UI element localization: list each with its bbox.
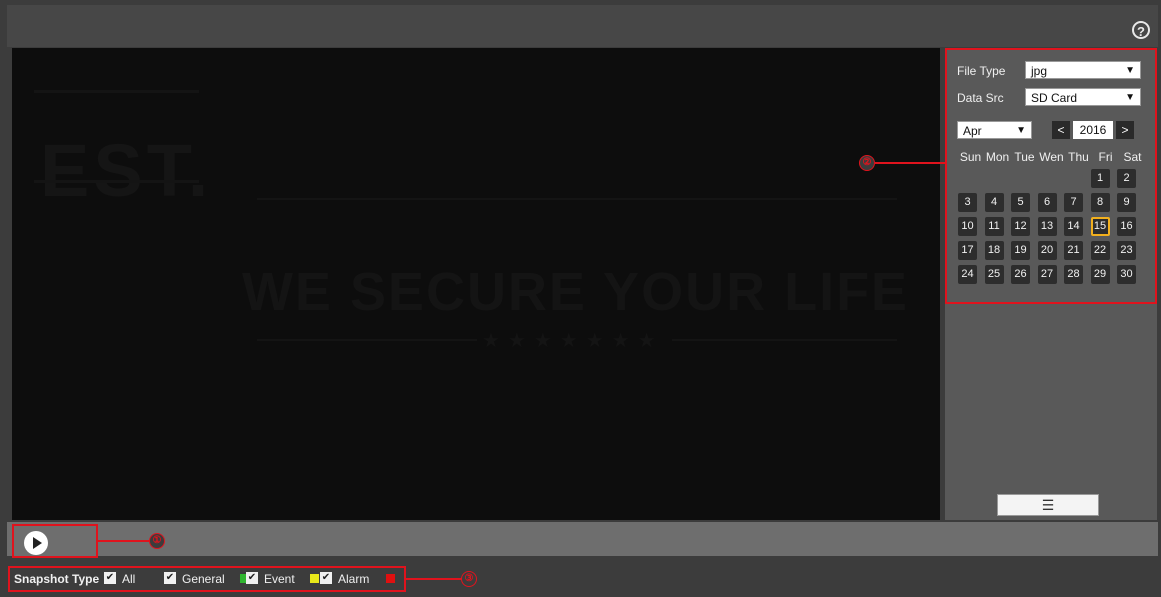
watermark-est: EST. <box>40 129 213 212</box>
leader-line-2 <box>875 162 945 164</box>
highlight-box-2 <box>945 48 1157 304</box>
watermark-stars: ★★★★★★★ <box>482 330 664 352</box>
video-display: EST. WE SECURE YOUR LIFE ★★★★★★★ <box>12 48 940 520</box>
highlight-box-1 <box>12 524 98 558</box>
callout-2: ② <box>859 155 875 171</box>
help-icon[interactable]: ? <box>1132 21 1150 39</box>
leader-line-3 <box>406 578 462 580</box>
playback-bar <box>7 522 1158 556</box>
file-list-button[interactable]: ☰ <box>997 494 1099 516</box>
highlight-box-3 <box>8 566 406 592</box>
callout-3: ③ <box>461 571 477 587</box>
watermark-line <box>672 339 897 341</box>
list-icon: ☰ <box>1041 497 1055 513</box>
app-window: ? EST. WE SECURE YOUR LIFE ★★★★★★★ File … <box>0 0 1161 597</box>
watermark-skyline-base <box>257 198 897 200</box>
watermark-motto: WE SECURE YOUR LIFE <box>242 262 910 322</box>
callout-1: ① <box>149 533 165 549</box>
top-bar: ? <box>7 5 1158 47</box>
watermark-line <box>34 90 199 93</box>
leader-line-1 <box>98 540 150 542</box>
watermark-line <box>257 339 477 341</box>
watermark-line <box>34 180 199 183</box>
